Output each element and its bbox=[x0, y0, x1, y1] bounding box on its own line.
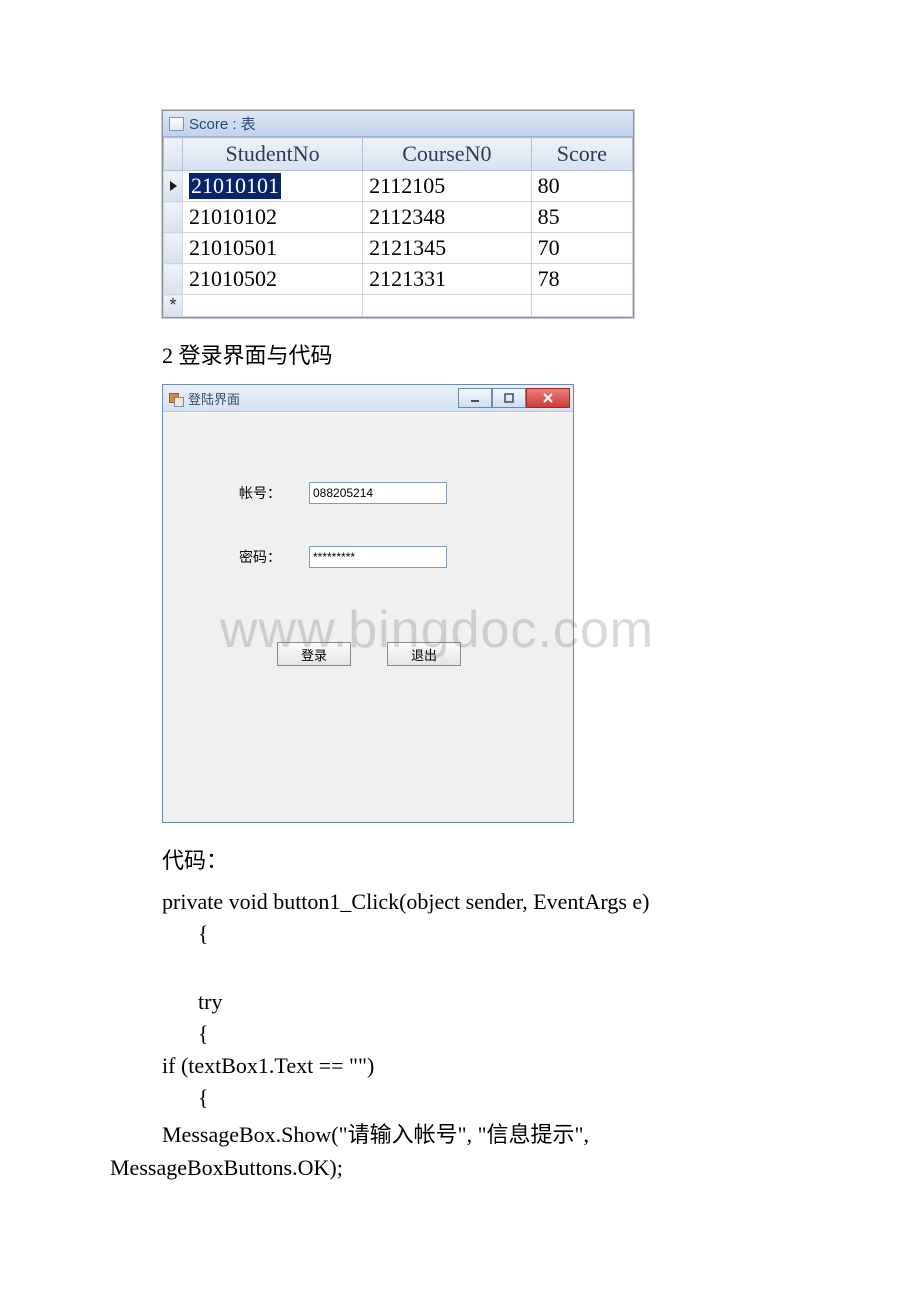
row-selector[interactable] bbox=[164, 202, 183, 233]
cell-score[interactable]: 70 bbox=[531, 233, 632, 264]
password-input[interactable] bbox=[309, 546, 447, 568]
code-line: { bbox=[198, 1085, 850, 1111]
password-row: 密码： bbox=[193, 546, 543, 568]
account-label: 帐号： bbox=[227, 483, 281, 503]
code-line: if (textBox1.Text == "") bbox=[162, 1053, 850, 1079]
login-titlebar: 登陆界面 bbox=[163, 385, 573, 412]
table-row-new[interactable]: * bbox=[164, 295, 633, 317]
table-row[interactable]: 21010502 2121331 78 bbox=[164, 264, 633, 295]
maximize-button[interactable] bbox=[492, 388, 526, 408]
table-row[interactable]: 21010101 2112105 80 bbox=[164, 171, 633, 202]
cell-studentno[interactable]: 21010501 bbox=[183, 233, 363, 264]
code-label: 代码： bbox=[162, 843, 850, 875]
cell-empty[interactable] bbox=[531, 295, 632, 317]
new-record-icon[interactable]: * bbox=[164, 295, 183, 317]
code-line: MessageBoxButtons.OK); bbox=[110, 1155, 850, 1181]
login-window: 登陆界面 帐号： 密码： bbox=[162, 384, 574, 823]
login-body: 帐号： 密码： 登录 退出 bbox=[163, 412, 573, 822]
row-selector[interactable] bbox=[164, 264, 183, 295]
table-row[interactable]: 21010102 2112348 85 bbox=[164, 202, 633, 233]
code-line: private void button1_Click(object sender… bbox=[162, 889, 850, 915]
code-line: { bbox=[198, 1021, 850, 1047]
cell-courseno[interactable]: 2112105 bbox=[363, 171, 531, 202]
login-title: 登陆界面 bbox=[188, 389, 240, 408]
cell-empty[interactable] bbox=[363, 295, 531, 317]
button-row: 登录 退出 bbox=[193, 642, 543, 666]
window-buttons bbox=[458, 388, 570, 408]
col-score[interactable]: Score bbox=[531, 138, 632, 171]
row-selector-header[interactable] bbox=[164, 138, 183, 171]
datasheet-icon bbox=[169, 117, 184, 131]
cell-courseno[interactable]: 2121345 bbox=[363, 233, 531, 264]
cell-studentno[interactable]: 21010502 bbox=[183, 264, 363, 295]
cell-courseno[interactable]: 2112348 bbox=[363, 202, 531, 233]
access-table-window: Score : 表 StudentNo CourseN0 Score 21010… bbox=[162, 110, 634, 318]
password-label: 密码： bbox=[227, 547, 281, 567]
col-studentno[interactable]: StudentNo bbox=[183, 138, 363, 171]
close-button[interactable] bbox=[526, 388, 570, 408]
access-titlebar: Score : 表 bbox=[163, 111, 633, 137]
code-line: try bbox=[198, 989, 850, 1015]
cell-score[interactable]: 78 bbox=[531, 264, 632, 295]
table-row[interactable]: 21010501 2121345 70 bbox=[164, 233, 633, 264]
account-row: 帐号： bbox=[193, 482, 543, 504]
col-courseno[interactable]: CourseN0 bbox=[363, 138, 531, 171]
minimize-button[interactable] bbox=[458, 388, 492, 408]
code-line: { bbox=[198, 921, 850, 947]
cell-empty[interactable] bbox=[183, 295, 363, 317]
login-button[interactable]: 登录 bbox=[277, 642, 351, 666]
cell-score[interactable]: 80 bbox=[531, 171, 632, 202]
score-grid[interactable]: StudentNo CourseN0 Score 21010101 211210… bbox=[163, 137, 633, 317]
current-row-indicator-icon[interactable] bbox=[164, 171, 183, 202]
cell-score[interactable]: 85 bbox=[531, 202, 632, 233]
access-title: Score : 表 bbox=[189, 113, 256, 134]
code-line: MessageBox.Show("请输入帐号", "信息提示", bbox=[162, 1117, 850, 1149]
cell-studentno[interactable]: 21010102 bbox=[183, 202, 363, 233]
section-heading: 2 登录界面与代码 bbox=[162, 338, 850, 370]
exit-button[interactable]: 退出 bbox=[387, 642, 461, 666]
cell-studentno[interactable]: 21010101 bbox=[183, 171, 363, 202]
form-icon bbox=[169, 391, 183, 405]
account-input[interactable] bbox=[309, 482, 447, 504]
row-selector[interactable] bbox=[164, 233, 183, 264]
cell-courseno[interactable]: 2121331 bbox=[363, 264, 531, 295]
